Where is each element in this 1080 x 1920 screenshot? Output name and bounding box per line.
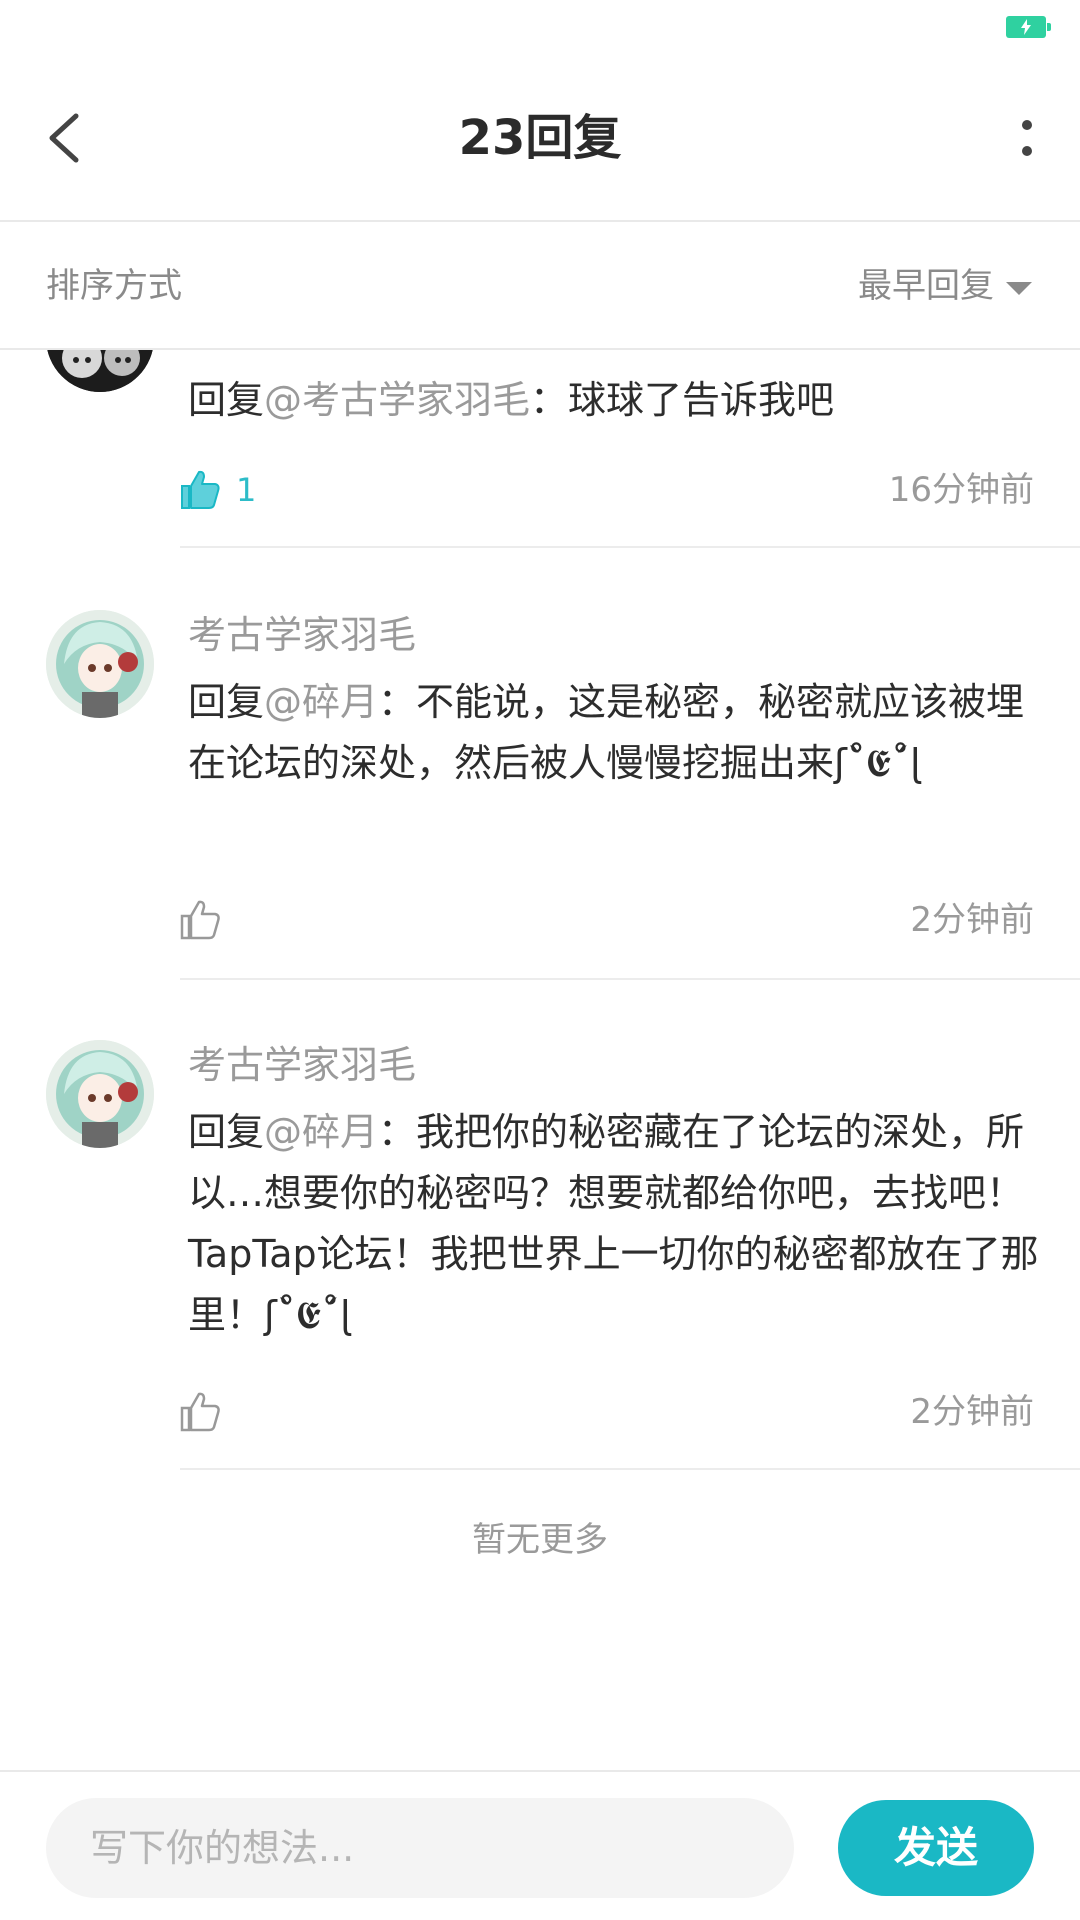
divider (180, 546, 1080, 548)
more-dot-icon (1022, 120, 1032, 130)
avatar-image-icon (46, 610, 154, 718)
reply-text: 回复@考古学家羽毛：球球了告诉我吧 (188, 370, 1040, 431)
username[interactable]: 考古学家羽毛 (188, 1040, 416, 1090)
mention-link[interactable]: @碎月 (264, 680, 378, 724)
like-button[interactable] (178, 898, 222, 942)
avatar[interactable] (46, 610, 154, 718)
like-button[interactable] (178, 1390, 222, 1434)
caret-down-icon (1006, 281, 1032, 295)
reply-item: 考古学家羽毛 回复@碎月：我把你的秘密藏在了论坛的深处，所以…想要你的秘密吗？想… (0, 1040, 1080, 1480)
thumbs-up-icon (180, 900, 220, 940)
send-button[interactable]: 发送 (838, 1800, 1034, 1896)
reply-time: 16分钟前 (888, 470, 1034, 510)
sort-label: 排序方式 (46, 266, 182, 306)
sort-value: 最早回复 (858, 266, 994, 306)
comment-input[interactable] (46, 1798, 794, 1898)
no-more-label: 暂无更多 (472, 1520, 608, 1560)
reply-item: 回复@考古学家羽毛：球球了告诉我吧 1 16分钟前 (0, 350, 1080, 550)
sort-bar: 排序方式 最早回复 (0, 222, 1080, 350)
reply-separator: ： (378, 680, 417, 724)
thumbs-up-icon (180, 1392, 220, 1432)
lightning-icon (1021, 19, 1031, 35)
reply-content: 球球了告诉我吧 (568, 378, 835, 422)
username[interactable]: 考古学家羽毛 (188, 610, 416, 660)
divider (180, 1468, 1080, 1470)
battery-charging-icon (1006, 16, 1051, 38)
sort-dropdown[interactable]: 最早回复 (858, 266, 1032, 306)
reply-text: 回复@碎月：不能说，这是秘密，秘密就应该被埋在论坛的深处，然后被人慢慢挖掘出来ʃ… (188, 672, 1040, 794)
mention-link[interactable]: @考古学家羽毛 (264, 378, 530, 422)
avatar-image-icon (46, 350, 154, 392)
reply-prefix: 回复 (188, 378, 265, 422)
reply-time: 2分钟前 (910, 1392, 1034, 1432)
like-button[interactable] (178, 468, 222, 512)
more-options-button[interactable] (1006, 112, 1046, 164)
divider (180, 978, 1080, 980)
reply-item: 考古学家羽毛 回复@碎月：不能说，这是秘密，秘密就应该被埋在论坛的深处，然后被人… (0, 610, 1080, 990)
like-count: 1 (236, 471, 257, 509)
reply-text: 回复@碎月：我把你的秘密藏在了论坛的深处，所以…想要你的秘密吗？想要就都给你吧，… (188, 1102, 1040, 1346)
reply-separator: ： (530, 378, 569, 422)
reply-time: 2分钟前 (910, 900, 1034, 940)
reply-prefix: 回复 (188, 1110, 265, 1154)
avatar[interactable] (46, 1040, 154, 1148)
header: 23回复 (0, 60, 1080, 222)
composer-bar: 发送 (0, 1770, 1080, 1920)
reply-separator: ： (378, 1110, 417, 1154)
page-title: 23回复 (458, 110, 622, 166)
avatar-image-icon (46, 1040, 154, 1148)
reply-prefix: 回复 (188, 680, 265, 724)
thumbs-up-filled-icon (181, 470, 220, 509)
avatar[interactable] (46, 350, 154, 392)
mention-link[interactable]: @碎月 (264, 1110, 378, 1154)
status-bar (0, 0, 1080, 60)
more-dot-icon (1022, 146, 1032, 156)
